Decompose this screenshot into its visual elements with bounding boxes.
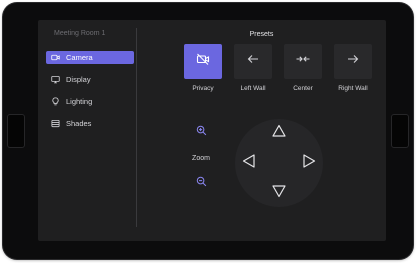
presets-heading: Presets xyxy=(249,31,274,38)
touch-panel-device: Meeting Room 1 Camera Display Lighting S… xyxy=(3,3,413,259)
camera-off-icon xyxy=(196,52,210,71)
arrow-left-icon xyxy=(246,52,260,71)
sidebar: Meeting Room 1 Camera Display Lighting S… xyxy=(38,20,136,241)
camera-icon xyxy=(51,53,60,62)
tilt-down-button[interactable] xyxy=(269,183,289,203)
sidebar-item-camera[interactable]: Camera xyxy=(46,51,134,64)
zoom-label: Zoom xyxy=(192,155,210,162)
arrow-right-icon xyxy=(346,52,360,71)
tilt-up-button[interactable] xyxy=(269,123,289,143)
preset-center-button[interactable] xyxy=(284,44,322,79)
shades-icon xyxy=(51,119,60,128)
preset-label-right-wall: Right Wall xyxy=(338,85,368,92)
preset-left-wall-button[interactable] xyxy=(234,44,272,79)
triangle-left-icon xyxy=(241,153,257,174)
left-bezel-button xyxy=(7,114,25,148)
pan-right-button[interactable] xyxy=(299,153,319,173)
zoom-in-icon xyxy=(196,123,207,141)
preset-right-wall-button[interactable] xyxy=(334,44,372,79)
sidebar-item-display[interactable]: Display xyxy=(46,73,134,86)
zoom-out-icon xyxy=(196,174,207,192)
sidebar-item-label: Display xyxy=(66,75,91,84)
ptz-control-pad xyxy=(235,119,323,207)
zoom-out-button[interactable] xyxy=(193,175,209,191)
lightbulb-icon xyxy=(51,97,60,106)
touch-screen: Meeting Room 1 Camera Display Lighting S… xyxy=(38,20,386,241)
pan-left-button[interactable] xyxy=(239,153,259,173)
sidebar-item-label: Shades xyxy=(66,119,92,128)
triangle-right-icon xyxy=(301,153,317,174)
room-title: Meeting Room 1 xyxy=(54,30,106,37)
sidebar-divider xyxy=(136,28,137,227)
sidebar-item-label: Camera xyxy=(66,53,93,62)
right-bezel-button xyxy=(391,114,409,148)
sidebar-item-label: Lighting xyxy=(66,97,93,106)
zoom-in-button[interactable] xyxy=(193,124,209,140)
preset-privacy-button[interactable] xyxy=(184,44,222,79)
triangle-up-icon xyxy=(271,123,287,144)
triangle-down-icon xyxy=(271,183,287,204)
sidebar-item-shades[interactable]: Shades xyxy=(46,117,134,130)
sidebar-item-lighting[interactable]: Lighting xyxy=(46,95,134,108)
monitor-icon xyxy=(51,75,60,84)
arrows-center-icon xyxy=(296,52,310,71)
